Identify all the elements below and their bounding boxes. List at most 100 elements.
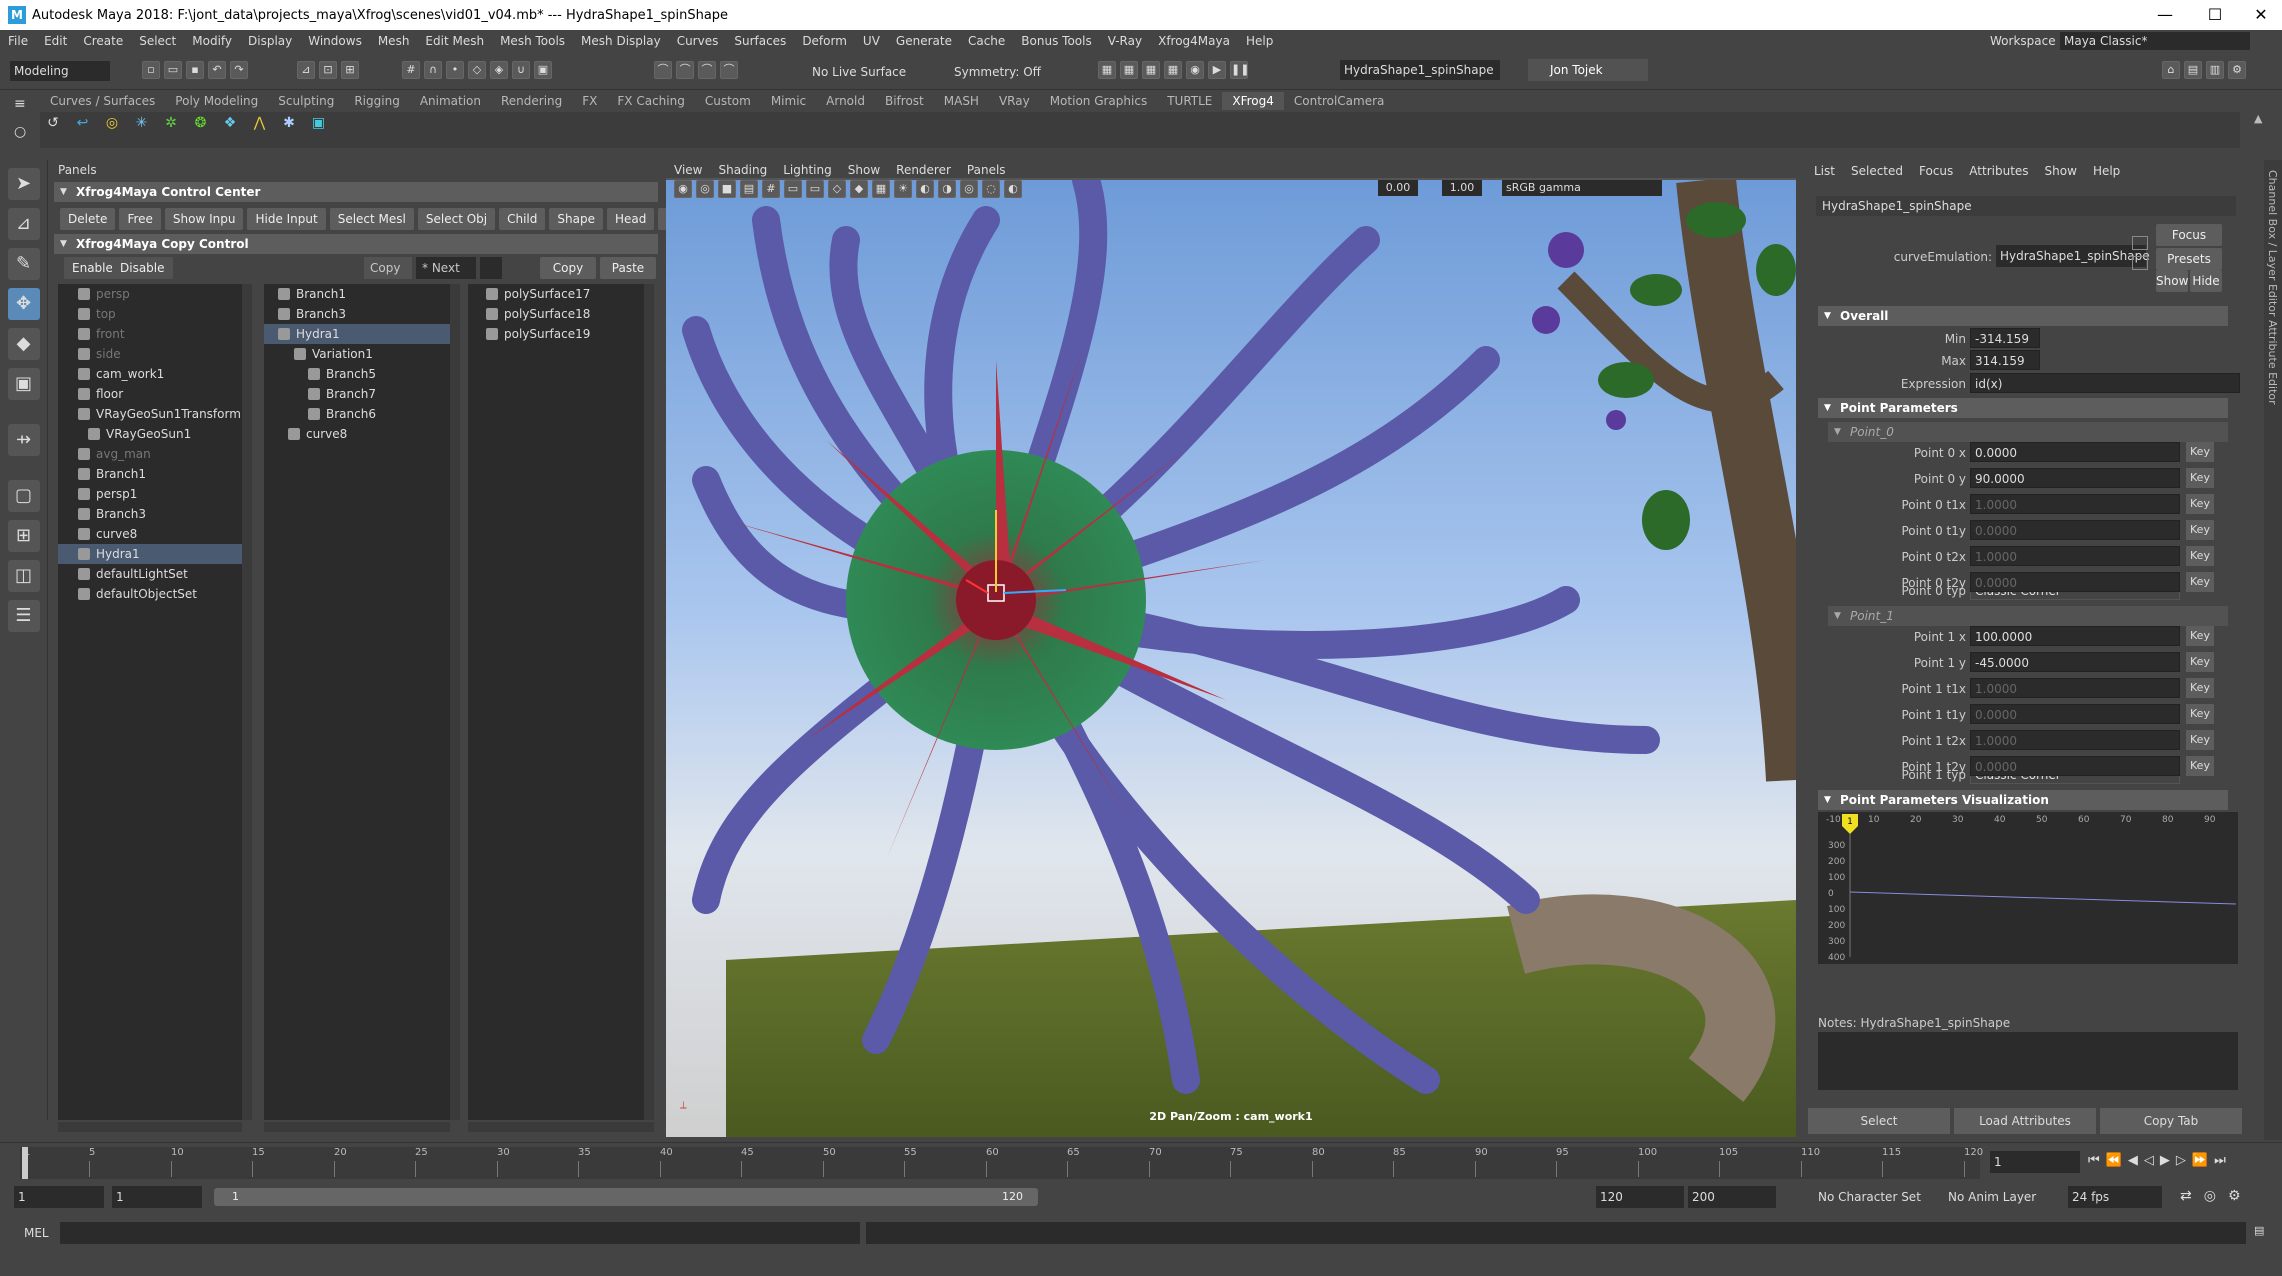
ae-copy-tab-button[interactable]: Copy Tab	[2100, 1108, 2242, 1134]
channel-box-icon[interactable]: ▤	[2184, 61, 2202, 79]
scene-start-field[interactable]: 1	[14, 1186, 104, 1208]
shelf-tab-bifrost[interactable]: Bifrost	[875, 92, 934, 110]
viewport-menu-lighting[interactable]: Lighting	[775, 163, 840, 177]
outliner-item[interactable]: VRayGeoSun1	[58, 424, 242, 444]
notes-field[interactable]	[1818, 1032, 2238, 1090]
menu-mesh-tools[interactable]: Mesh Tools	[492, 34, 573, 48]
point1-key-button[interactable]: Key	[2186, 704, 2214, 724]
shelf-tab-rigging[interactable]: Rigging	[344, 92, 409, 110]
hierarchy-item[interactable]: Hydra1	[264, 324, 450, 344]
point0-row-field[interactable]: 0.0000	[1970, 520, 2180, 540]
range-slider[interactable]: 1 120	[214, 1188, 1038, 1206]
viewport-menu-view[interactable]: View	[666, 163, 710, 177]
four-view-icon[interactable]: ⊞	[7, 520, 40, 552]
shelf-menu-icon[interactable]: ≡	[14, 96, 26, 112]
menu-bonus-tools[interactable]: Bonus Tools	[1013, 34, 1099, 48]
point1-key-button[interactable]: Key	[2186, 678, 2214, 698]
select-tool-icon[interactable]: ➤	[7, 168, 40, 200]
select-object-icon[interactable]: ⊡	[319, 61, 337, 79]
ae-menu-list[interactable]: List	[1806, 164, 1843, 178]
menu-deform[interactable]: Deform	[794, 34, 855, 48]
menu-curves[interactable]: Curves	[669, 34, 727, 48]
menu-uv[interactable]: UV	[855, 34, 888, 48]
menu-set-dropdown[interactable]: Modeling	[10, 61, 110, 81]
exposure-field[interactable]: 0.00	[1378, 180, 1418, 196]
script-editor-icon[interactable]: ▤	[2254, 1224, 2264, 1237]
fps-dropdown[interactable]: 24 fps	[2068, 1186, 2162, 1208]
shelf-tab-fx[interactable]: FX	[572, 92, 607, 110]
exposure-icon[interactable]: ◐	[1004, 180, 1022, 198]
menu-windows[interactable]: Windows	[300, 34, 370, 48]
image-plane-icon[interactable]: ▤	[740, 180, 758, 198]
xfrog-tree-icon[interactable]: ✳	[131, 112, 153, 134]
mel-input[interactable]	[60, 1222, 860, 1244]
next-field[interactable]: * Next	[416, 257, 476, 279]
ae-menu-help[interactable]: Help	[2085, 164, 2128, 178]
surfaces-scrollbar[interactable]	[644, 284, 654, 1120]
menu-edit-mesh[interactable]: Edit Mesh	[417, 34, 492, 48]
ae-tab[interactable]: HydraShape1_spinShape	[1816, 196, 2236, 216]
smooth-shade-icon[interactable]: ◆	[850, 180, 868, 198]
xfrog-leaf-icon[interactable]: ❖	[219, 112, 241, 134]
shelf-tab-mimic[interactable]: Mimic	[761, 92, 816, 110]
ae-menu-show[interactable]: Show	[2037, 164, 2085, 178]
hierarchy-scrollbar[interactable]	[450, 284, 460, 1120]
max-field[interactable]: 314.159	[1970, 350, 2040, 370]
outliner-item[interactable]: VRayGeoSun1Transform	[58, 404, 242, 424]
object-name-field[interactable]: HydraShape1_spinShape	[1340, 60, 1500, 80]
tool-settings-icon[interactable]: ⚙	[2228, 61, 2246, 79]
side-tabs-label[interactable]: Channel Box / Layer Editor Attribute Edi…	[2266, 170, 2279, 405]
shadows-icon[interactable]: ◐	[916, 180, 934, 198]
surfaces-hscrollbar[interactable]	[468, 1122, 654, 1132]
wireframe-icon[interactable]: ◇	[828, 180, 846, 198]
loop-icon[interactable]: ⇄	[2180, 1188, 2204, 1204]
auto-key-icon[interactable]: ◎	[2204, 1188, 2228, 1204]
point1-key-button[interactable]: Key	[2186, 652, 2214, 672]
point0-section[interactable]: Point_0	[1828, 422, 2228, 442]
new-scene-icon[interactable]: ▫	[142, 61, 160, 79]
shelf-tab-vray[interactable]: VRay	[989, 92, 1040, 110]
cc-select-obj-button[interactable]: Select Obj	[417, 208, 496, 230]
copy-slot-dropdown[interactable]: Copy	[364, 257, 412, 279]
panels-menu[interactable]: Panels	[58, 163, 97, 177]
ao-icon[interactable]: ◑	[938, 180, 956, 198]
menu-display[interactable]: Display	[240, 34, 300, 48]
vray-render-icon[interactable]: ▶	[1208, 61, 1226, 79]
3d-viewport[interactable]: ⟂ 2D Pan/Zoom : cam_work1	[666, 180, 1796, 1137]
snap-grid-icon[interactable]: #	[402, 61, 420, 79]
menu-help[interactable]: Help	[1238, 34, 1281, 48]
current-frame-field[interactable]: 1	[1990, 1151, 2080, 1173]
shelf-tab-motion-graphics[interactable]: Motion Graphics	[1040, 92, 1158, 110]
redo-icon[interactable]: ↷	[230, 61, 248, 79]
open-scene-icon[interactable]: ▭	[164, 61, 182, 79]
playback-end-field[interactable]: 120	[1596, 1186, 1684, 1208]
camera-select-icon[interactable]: ◉	[674, 180, 692, 198]
bookmark-icon[interactable]: ■	[718, 180, 736, 198]
select-hierarchy-icon[interactable]: ⊿	[297, 61, 315, 79]
paint-select-icon[interactable]: ✎	[7, 248, 40, 280]
visualization-section[interactable]: Point Parameters Visualization	[1818, 790, 2228, 810]
outliner-item[interactable]: Hydra1	[58, 544, 242, 564]
min-field[interactable]: -314.159	[1970, 328, 2040, 348]
xfrog-phyllotaxis-icon[interactable]: ❂	[190, 112, 212, 134]
point1-row-field[interactable]: 0.0000	[1970, 756, 2180, 776]
menu-surfaces[interactable]: Surfaces	[726, 34, 794, 48]
ae-menu-selected[interactable]: Selected	[1843, 164, 1911, 178]
hierarchy-item[interactable]: Branch3	[264, 304, 450, 324]
shelf-tab-sculpting[interactable]: Sculpting	[268, 92, 344, 110]
point0-key-button[interactable]: Key	[2186, 572, 2214, 592]
outliner-item[interactable]: top	[58, 304, 242, 324]
menu-modify[interactable]: Modify	[184, 34, 240, 48]
ae-menu-attributes[interactable]: Attributes	[1961, 164, 2036, 178]
soft-select-icon[interactable]: ⌒	[720, 61, 738, 79]
point0-row-field[interactable]: 90.0000	[1970, 468, 2180, 488]
xfrog-hydra-icon[interactable]: ✱	[278, 112, 300, 134]
point1-row-field[interactable]: -45.0000	[1970, 652, 2180, 672]
grid-toggle-icon[interactable]: #	[762, 180, 780, 198]
point0-row-field[interactable]: 0.0000	[1970, 572, 2180, 592]
go-start-icon[interactable]: ⏮	[2088, 1153, 2106, 1168]
select-component-icon[interactable]: ⊞	[341, 61, 359, 79]
shelf-tab-turtle[interactable]: TURTLE	[1157, 92, 1222, 110]
outliner-item[interactable]: persp1	[58, 484, 242, 504]
snap-curve-icon[interactable]: ∩	[424, 61, 442, 79]
